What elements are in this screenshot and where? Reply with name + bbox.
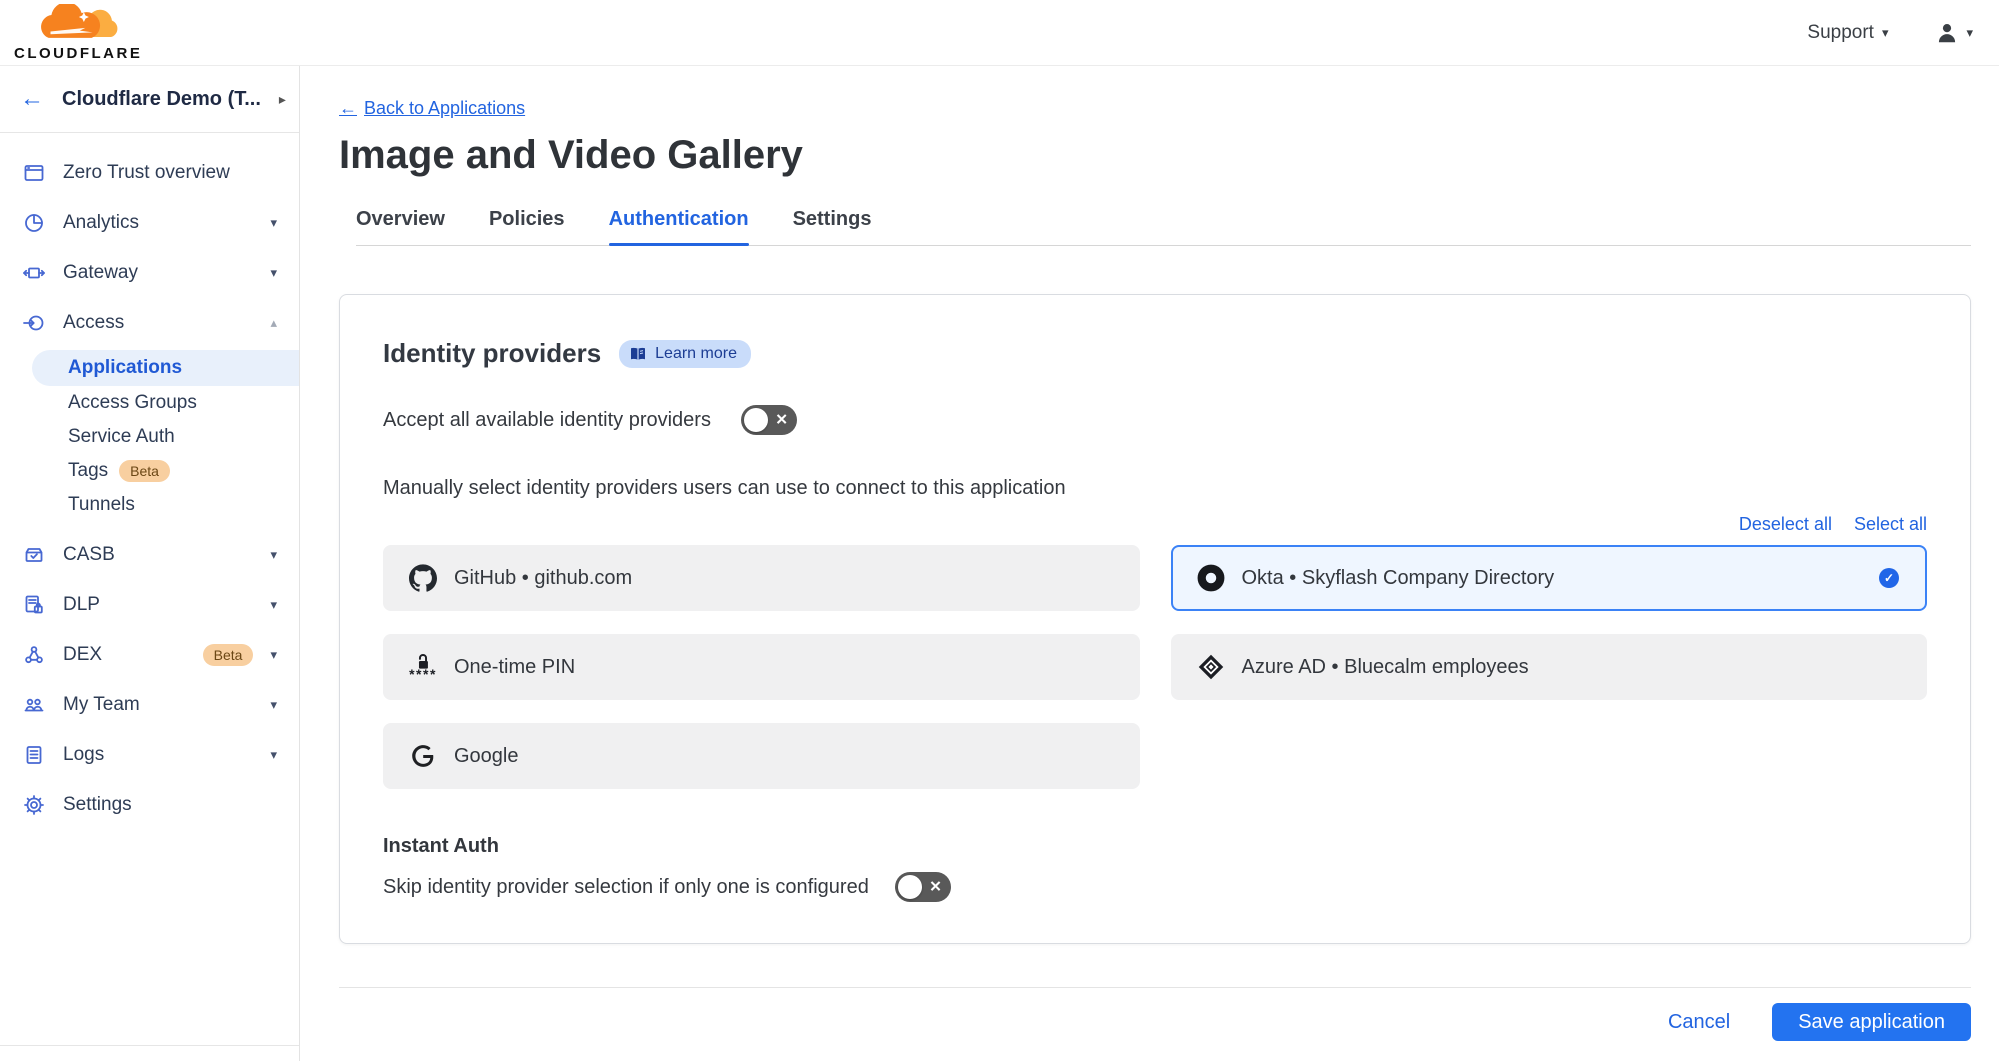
chevron-up-icon: ▴ [270, 315, 277, 331]
provider-tile-github[interactable]: GitHub • github.com [383, 545, 1140, 611]
google-icon [409, 742, 437, 770]
sidebar-item-dex[interactable]: DEX Beta ▾ [0, 630, 299, 680]
sidebar-item-applications[interactable]: Applications [32, 350, 299, 386]
sidebar-back-icon[interactable]: ← [20, 87, 44, 111]
save-application-button[interactable]: Save application [1772, 1003, 1971, 1041]
chevron-down-icon: ▾ [270, 597, 277, 613]
sidebar-item-tunnels[interactable]: Tunnels [0, 488, 299, 522]
chevron-down-icon: ▾ [270, 697, 277, 713]
beta-badge: Beta [203, 644, 254, 666]
sidebar-item-service-auth[interactable]: Service Auth [0, 420, 299, 454]
cloudflare-logo[interactable]: CLOUDFLARE [14, 4, 142, 61]
provider-tile-azure-ad[interactable]: Azure AD • Bluecalm employees [1171, 634, 1928, 700]
accept-all-label: Accept all available identity providers [383, 409, 711, 432]
sidebar: ← Cloudflare Demo (T... ▸ Zero Trust ove… [0, 66, 300, 1061]
tab-overview[interactable]: Overview [356, 208, 445, 245]
tab-bar: Overview Policies Authentication Setting… [356, 208, 1971, 246]
azure-ad-icon [1197, 653, 1225, 681]
support-label: Support [1807, 22, 1874, 44]
chevron-down-icon: ▾ [270, 747, 277, 763]
sidebar-item-analytics[interactable]: Analytics ▾ [0, 198, 299, 248]
document-lock-icon [22, 593, 46, 617]
card-heading: Identity providers [383, 338, 601, 369]
access-icon [22, 311, 46, 335]
footer-actions: Cancel Save application [339, 996, 1971, 1048]
sidebar-item-logs[interactable]: Logs ▾ [0, 730, 299, 780]
sidebar-item-tags[interactable]: Tags Beta [0, 454, 299, 488]
sidebar-item-gateway[interactable]: Gateway ▾ [0, 248, 299, 298]
chevron-down-icon: ▾ [270, 647, 277, 663]
sidebar-item-casb[interactable]: CASB ▾ [0, 530, 299, 580]
access-submenu: Applications Access Groups Service Auth … [0, 348, 299, 530]
account-switcher: ← Cloudflare Demo (T... ▸ [0, 66, 299, 133]
provider-tile-google[interactable]: Google [383, 723, 1140, 789]
window-icon [22, 161, 46, 185]
sidebar-item-access-groups[interactable]: Access Groups [0, 386, 299, 420]
network-nodes-icon [22, 643, 46, 667]
provider-label: Google [454, 745, 519, 768]
chevron-down-icon: ▾ [270, 265, 277, 281]
chevron-down-icon: ▾ [1966, 26, 1973, 39]
selected-check-icon: ✓ [1879, 568, 1899, 588]
manual-select-label: Manually select identity providers users… [383, 477, 1927, 500]
toggle-off-icon: ✕ [775, 413, 788, 428]
toggle-knob [898, 875, 922, 899]
tab-settings[interactable]: Settings [793, 208, 872, 245]
select-all-link[interactable]: Select all [1854, 514, 1927, 535]
page-title: Image and Video Gallery [339, 133, 1971, 178]
instant-auth-heading: Instant Auth [383, 835, 1927, 858]
provider-label: GitHub • github.com [454, 567, 632, 590]
gateway-icon [22, 261, 46, 285]
sidebar-item-settings[interactable]: Settings [0, 780, 299, 830]
accept-all-toggle[interactable]: ✕ [741, 405, 797, 435]
learn-more-badge[interactable]: Learn more [619, 340, 751, 368]
deselect-all-link[interactable]: Deselect all [1739, 514, 1832, 535]
chevron-down-icon: ▾ [270, 215, 277, 231]
provider-label: Okta • Skyflash Company Directory [1242, 567, 1555, 590]
sidebar-item-my-team[interactable]: My Team ▾ [0, 680, 299, 730]
gear-icon [22, 793, 46, 817]
provider-tile-one-time-pin[interactable]: **** One-time PIN [383, 634, 1140, 700]
pie-chart-icon [22, 211, 46, 235]
instant-auth-toggle[interactable]: ✕ [895, 872, 951, 902]
user-menu[interactable]: ▾ [1934, 20, 1973, 46]
support-menu[interactable]: Support ▾ [1807, 22, 1888, 44]
sidebar-item-zero-trust-overview[interactable]: Zero Trust overview [0, 148, 299, 198]
sidebar-nav: Zero Trust overview Analytics ▾ Gateway … [0, 133, 299, 830]
logs-icon [22, 743, 46, 767]
book-icon [629, 345, 647, 363]
brand-wordmark: CLOUDFLARE [14, 46, 142, 61]
sidebar-item-dlp[interactable]: DLP ▾ [0, 580, 299, 630]
one-time-pin-icon: **** [409, 653, 437, 681]
beta-badge: Beta [119, 460, 170, 482]
github-icon [409, 564, 437, 592]
topbar: CLOUDFLARE Support ▾ ▾ [0, 0, 1999, 66]
toggle-off-icon: ✕ [929, 880, 942, 895]
toggle-knob [744, 408, 768, 432]
tab-authentication[interactable]: Authentication [609, 208, 749, 245]
instant-auth-label: Skip identity provider selection if only… [383, 876, 869, 899]
casb-icon [22, 543, 46, 567]
identity-providers-card: Identity providers Learn more Accept all… [339, 294, 1971, 944]
account-name[interactable]: Cloudflare Demo (T... [62, 88, 261, 111]
cancel-button[interactable]: Cancel [1668, 1011, 1730, 1034]
tab-policies[interactable]: Policies [489, 208, 565, 245]
chevron-right-icon: ▸ [279, 91, 286, 108]
user-icon [1934, 20, 1960, 46]
chevron-down-icon: ▾ [1882, 26, 1889, 39]
chevron-down-icon: ▾ [270, 547, 277, 563]
cloudflare-cloud-icon [32, 4, 124, 48]
back-to-applications-link[interactable]: ← Back to Applications [339, 98, 525, 119]
provider-grid: GitHub • github.com Okta • Skyflash Comp… [383, 545, 1927, 789]
main-content: ← Back to Applications Image and Video G… [300, 66, 1999, 1061]
provider-label: Azure AD • Bluecalm employees [1242, 656, 1529, 679]
okta-icon [1197, 564, 1225, 592]
sidebar-item-access[interactable]: Access ▴ [0, 298, 299, 348]
provider-tile-okta[interactable]: Okta • Skyflash Company Directory ✓ [1171, 545, 1928, 611]
footer-divider [339, 987, 1971, 988]
back-arrow-icon: ← [339, 98, 357, 119]
provider-label: One-time PIN [454, 656, 575, 679]
people-icon [22, 693, 46, 717]
